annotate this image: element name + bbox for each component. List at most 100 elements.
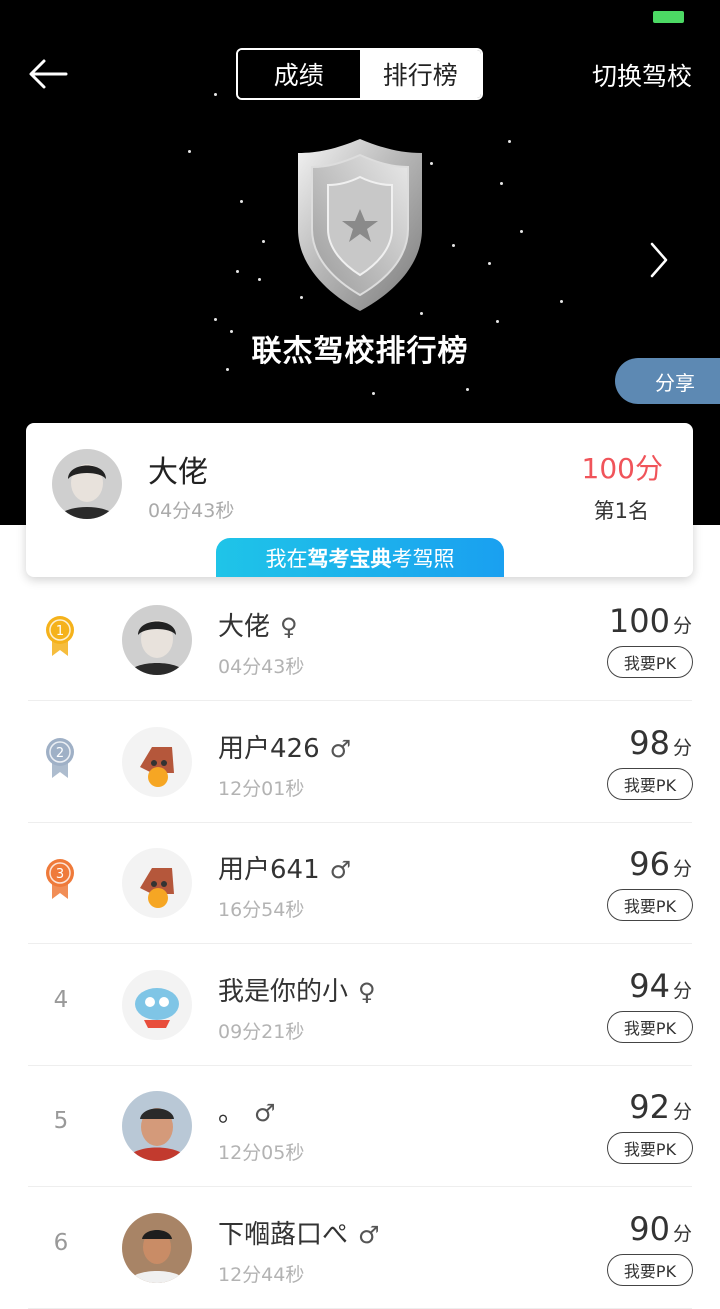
pk-button[interactable]: 我要PK [607,1010,693,1043]
star [520,230,523,233]
score-value: 92 [629,1088,670,1126]
score: 96 分 [629,845,692,883]
user-name: 我是你的小 ♀ [218,971,376,1008]
score: 90 分 [629,1210,692,1248]
avatar [122,726,192,797]
score: 98 分 [629,724,692,762]
score-unit: 分 [672,736,692,759]
score-unit: 分 [672,1101,692,1123]
svg-text:2: 2 [56,746,64,761]
banner-suffix: 考驾照 [391,546,455,571]
star [262,240,265,243]
battery-icon [653,11,684,23]
chevron-right-icon[interactable] [646,240,672,280]
star [188,150,191,153]
score-unit: 分 [672,979,692,1002]
gender-icon: ♂ [329,856,352,884]
gender-icon: ♂ [358,1220,380,1249]
my-name: 大佬 [148,455,208,490]
star [258,278,261,281]
avatar [122,1212,192,1283]
finish-time: 04分43秒 [218,656,305,678]
star [508,140,511,143]
gender-icon: ♀ [358,977,376,1006]
list-item[interactable]: 2 用户426 ♂ 12分01秒 98 分我要PK [0,702,720,823]
switch-school-button[interactable]: 切换驾校 [592,57,692,93]
score: 100 分 [609,602,692,640]
bronze-medal-icon: 3 [46,859,74,899]
silver-medal-icon: 2 [46,737,74,778]
avatar [122,605,192,675]
user-name-text: 用户426 [218,733,320,764]
gender-icon: ♀ [280,613,298,641]
promo-banner[interactable]: 我在 驾考宝典 考驾照 [216,538,504,577]
star [236,270,239,273]
finish-time: 12分01秒 [218,777,305,800]
tab-ranking[interactable]: 排行榜 [359,50,481,98]
pk-button[interactable]: 我要PK [607,646,693,678]
finish-time: 12分05秒 [218,1142,305,1164]
banner-brand: 驾考宝典 [307,546,392,571]
avatar [52,449,122,519]
pk-button[interactable]: 我要PK [607,767,693,800]
list-item[interactable]: 6 下嗰蕗口ぺ ♂ 12分44秒 90 分我要PK [0,1188,720,1309]
score-unit: 分 [672,615,692,637]
avatar [122,969,192,1040]
score-value: 90 [629,1209,670,1248]
list-item[interactable]: 1 大佬 ♀ 04分43秒 100 分我要PK [0,580,720,701]
gender-icon: ♂ [254,1099,276,1127]
user-name-text: 用户641 [218,855,320,885]
score-value: 94 [629,966,670,1005]
rank-number: 5 [53,1108,69,1134]
pk-button[interactable]: 我要PK [607,889,693,921]
star [496,320,499,323]
my-score-card: 大佬 04分43秒 100分 第1名 我在 驾考宝典 考驾照 [26,423,693,577]
silver-shield-badge-icon [298,139,422,311]
back-arrow-icon[interactable] [26,56,70,92]
star [560,300,563,303]
pk-button[interactable]: 我要PK [607,1132,693,1164]
user-name: 。 ♂ [218,1092,276,1129]
svg-text:1: 1 [56,624,64,639]
user-name-text: 大佬 [218,612,271,642]
score-value: 98 [629,723,670,762]
score-unit: 分 [672,1222,692,1245]
star [214,93,217,96]
star [500,182,503,185]
finish-time: 09分21秒 [218,1020,305,1043]
rank-number: 6 [53,1229,69,1256]
score: 92 分 [629,1088,692,1126]
list-item[interactable]: 3 用户641 ♂ 16分54秒 96 分我要PK [0,823,720,944]
star [452,244,455,247]
user-name: 下嗰蕗口ぺ ♂ [218,1214,380,1251]
page-title: 联杰驾校排行榜 [251,334,469,369]
user-name-text: 。 [218,1098,245,1128]
list-item[interactable]: 4 我是你的小 ♀ 09分21秒 94 分我要PK [0,945,720,1066]
star [466,388,469,391]
gold-medal-icon: 1 [46,616,74,656]
gender-icon: ♂ [329,734,352,763]
star [214,318,217,321]
my-time: 04分43秒 [148,500,235,522]
avatar [122,848,192,918]
user-name: 用户426 ♂ [218,728,351,765]
user-name: 大佬 ♀ [218,606,298,643]
star [240,200,243,203]
score: 94 分 [629,967,692,1005]
pk-button[interactable]: 我要PK [607,1253,693,1286]
list-item[interactable]: 5。 ♂ 12分05秒 92 分我要PK [0,1066,720,1187]
star [488,262,491,265]
share-button[interactable]: 分享 [615,358,720,404]
my-rank: 第1名 [593,499,649,523]
avatar [122,1091,192,1161]
score-value: 100 [608,602,670,640]
tab-scores[interactable]: 成绩 [238,50,360,98]
star [430,162,433,165]
score-unit: 分 [672,858,692,880]
rank-number: 4 [53,986,69,1013]
user-name: 用户641 ♂ [218,849,351,886]
user-name-text: 下嗰蕗口ぺ [218,1219,349,1250]
star [372,392,375,395]
score-value: 96 [629,845,670,883]
my-score: 100分 [581,452,663,485]
